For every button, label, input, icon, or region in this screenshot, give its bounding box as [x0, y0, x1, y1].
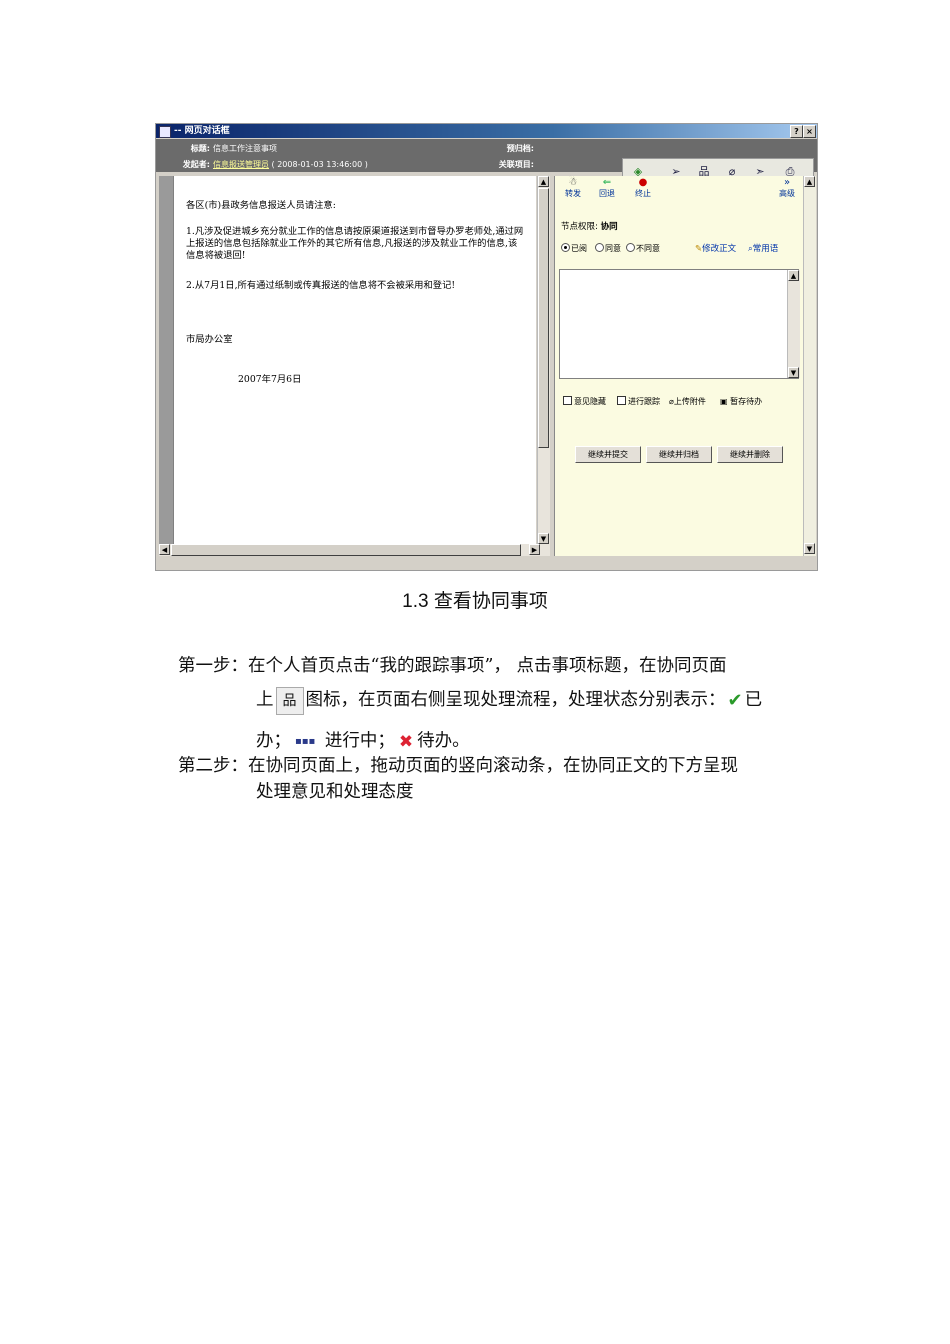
opinion-scroll-up[interactable]: ▲: [788, 270, 799, 281]
common-phrases-link[interactable]: ⌕常用语: [748, 242, 778, 254]
permission-row: 节点权限: 协同: [561, 220, 618, 232]
hscroll-thumb[interactable]: [171, 544, 521, 556]
step1-line2: 上品图标，在页面右侧呈现处理流程，处理状态分别表示： ✔ 已: [256, 686, 762, 715]
radio-disagree[interactable]: 不同意: [626, 243, 660, 254]
sender-info: 信息报送管理员 ( 2008-01-03 13:46:00 ): [213, 159, 368, 170]
dialog-titlebar: -- 网页对话框 ? ×: [156, 124, 817, 138]
scroll-right-button[interactable]: ▶: [529, 544, 540, 555]
item-header: 标题: 信息工作注意事项 发起者: 信息报送管理员 ( 2008-01-03 1…: [156, 139, 817, 186]
processing-panel: ☃ 转发 ⇐ 回退 ● 终止 » 高级 节点权限: 协同 已阅 同意 不同意 ✎修改正文…: [554, 176, 803, 556]
subject-label: 标题:: [190, 144, 210, 153]
related-label: 关联项目:: [498, 160, 534, 169]
scroll-down-button[interactable]: ▼: [538, 533, 549, 544]
panel-vscroll[interactable]: ▲ ▼: [803, 176, 816, 556]
doc-greeting: 各区(市)县政务信息报送人员请注意:: [186, 200, 336, 211]
doc-item1: 1.凡涉及促进城乡充分就业工作的信息请按原渠道报送到市督导办罗老师处,通过网上报…: [186, 226, 524, 261]
advanced-button[interactable]: » 高级: [775, 178, 799, 199]
step1-line1: 第一步：在个人首页点击“我的跟踪事项”， 点击事项标题，在协同页面: [178, 656, 727, 676]
figure-caption: 1.3 查看协同事项: [402, 591, 548, 612]
scroll-up-button[interactable]: ▲: [538, 176, 549, 187]
opinion-scroll-down[interactable]: ▼: [788, 367, 799, 378]
doc-date: 2007年7月6日: [238, 374, 302, 385]
close-button[interactable]: ×: [803, 125, 816, 138]
radio-agree[interactable]: 同意: [595, 243, 621, 254]
step2-line2: 处理意见和处理态度: [256, 782, 414, 802]
doc-item2: 2.从7月1日,所有通过纸制或传真报送的信息将不会被采用和登记!: [186, 280, 456, 291]
collaboration-dialog-screenshot: -- 网页对话框 ? × 标题: 信息工作注意事项 发起者: 信息报送管理员 (…: [155, 123, 818, 571]
doc-signature: 市局办公室: [186, 334, 233, 345]
document-hscroll[interactable]: ◀ ▶: [159, 544, 550, 556]
left-gutter: [159, 176, 173, 547]
scroll-left-button[interactable]: ◀: [159, 544, 170, 555]
permission-label: 节点权限:: [561, 222, 598, 232]
back-button[interactable]: ⇐ 回退: [595, 178, 619, 199]
stop-button[interactable]: ● 终止: [631, 178, 655, 199]
continue-delete-button[interactable]: 继续并删除: [717, 446, 783, 463]
scroll-thumb[interactable]: [538, 188, 549, 448]
dialog-title: -- 网页对话框: [174, 126, 230, 136]
continue-archive-button[interactable]: 继续并归档: [646, 446, 712, 463]
sender-link[interactable]: 信息报送管理员: [213, 160, 269, 169]
upload-attachment[interactable]: ⌀上传附件: [669, 396, 706, 407]
continue-submit-button[interactable]: 继续并提交: [575, 446, 641, 463]
step2-line1: 第二步：在协同页面上，拖动页面的竖向滚动条，在协同正文的下方呈现: [178, 756, 738, 776]
check-icon: ✔: [727, 690, 743, 711]
document-vscroll[interactable]: ▲ ▼: [537, 176, 550, 546]
archive-label: 预归档:: [506, 144, 534, 153]
opinion-vscroll[interactable]: ▲ ▼: [787, 270, 800, 378]
in-progress-icon: ▪▪▪: [295, 736, 316, 747]
workflow-icon: 品: [275, 686, 304, 715]
ie-icon: [159, 126, 171, 138]
forward-button[interactable]: ☃ 转发: [561, 178, 585, 199]
sender-time: ( 2008-01-03 13:46:00 ): [271, 160, 368, 169]
step1-line3: 办； ▪▪▪ 进行中； ✖ 待办。: [256, 731, 470, 752]
pending-icon: ✖: [398, 731, 414, 752]
radio-read[interactable]: 已阅: [561, 243, 587, 254]
track-checkbox[interactable]: 进行跟踪: [617, 396, 660, 407]
edit-body-link[interactable]: ✎修改正文: [695, 242, 736, 254]
sender-label: 发起者:: [182, 160, 210, 169]
document-body: 各区(市)县政务信息报送人员请注意: 1.凡涉及促进城乡充分就业工作的信息请按原…: [173, 176, 536, 547]
help-button[interactable]: ?: [790, 125, 803, 138]
save-pending[interactable]: ▣ 暂存待办: [720, 396, 762, 407]
hide-opinion-checkbox[interactable]: 意见隐藏: [563, 396, 606, 407]
panel-scroll-up[interactable]: ▲: [804, 176, 815, 187]
subject-value: 信息工作注意事项: [213, 144, 277, 153]
panel-scroll-down[interactable]: ▼: [804, 543, 815, 554]
opinion-textarea[interactable]: ▲ ▼: [559, 269, 800, 379]
permission-value: 协同: [600, 222, 618, 232]
